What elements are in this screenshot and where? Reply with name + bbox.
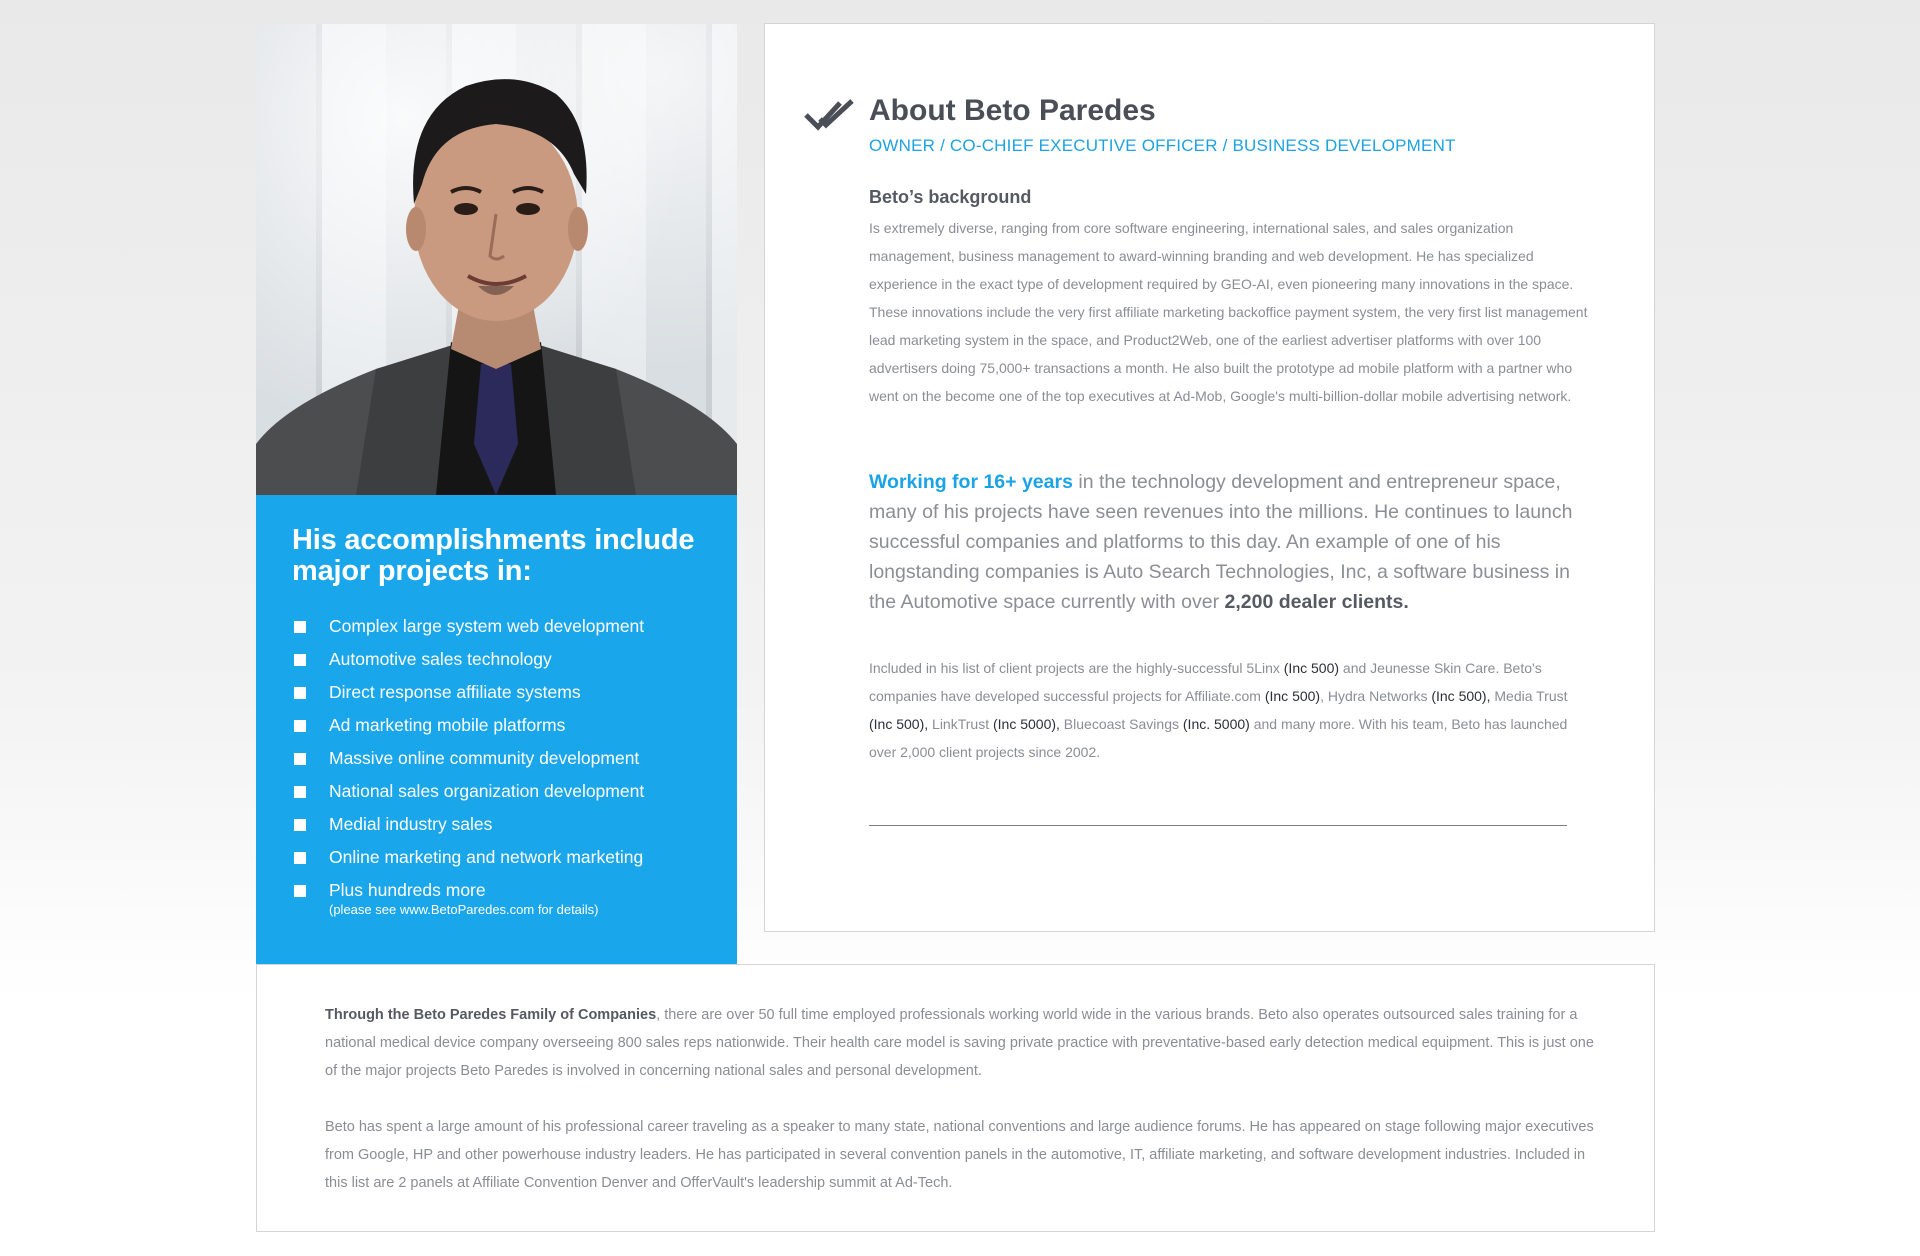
background-text: Is extremely diverse, ranging from core … <box>869 220 1588 404</box>
family-bold-lead: Through the Beto Paredes Family of Compa… <box>325 1007 657 1023</box>
family-of-companies-card: Through the Beto Paredes Family of Compa… <box>256 964 1655 1232</box>
portrait-figure <box>256 79 737 495</box>
square-bullet-icon <box>294 720 306 732</box>
square-bullet-icon <box>294 753 306 765</box>
list-item: National sales organization development <box>292 780 701 802</box>
family-paragraph: Through the Beto Paredes Family of Compa… <box>325 1007 1594 1079</box>
background-heading: Beto’s background <box>869 187 1032 207</box>
square-bullet-icon <box>294 654 306 666</box>
client-projects-paragraph: Included in his list of client projects … <box>869 660 1568 760</box>
details-note: (please see www.BetoParedes.com for deta… <box>329 902 599 917</box>
list-item: Direct response affiliate systems <box>292 681 701 703</box>
portrait-photo <box>256 24 737 495</box>
square-bullet-icon <box>294 621 306 633</box>
experience-paragraph: Working for 16+ years in the technology … <box>869 471 1573 613</box>
double-check-icon <box>804 99 854 131</box>
square-bullet-icon <box>294 687 306 699</box>
role-subtitle: OWNER / CO-CHIEF EXECUTIVE OFFICER / BUS… <box>869 136 1456 155</box>
divider <box>869 825 1567 826</box>
list-item: Massive online community development <box>292 747 701 769</box>
list-item: Ad marketing mobile platforms <box>292 714 701 736</box>
accomplishments-list: Complex large system web development Aut… <box>292 615 701 917</box>
page-title: About Beto Paredes <box>869 94 1156 127</box>
list-item: Medial industry sales <box>292 813 701 835</box>
experience-highlight: Working for 16+ years <box>869 471 1073 493</box>
list-item: Online marketing and network marketing <box>292 846 701 868</box>
list-item: Complex large system web development <box>292 615 701 637</box>
dealer-clients-emphasis: 2,200 dealer clients. <box>1224 591 1409 613</box>
list-item: Plus hundreds more (please see www.BetoPa… <box>292 879 701 917</box>
accomplishments-title: His accomplishments include major projec… <box>292 524 695 587</box>
square-bullet-icon <box>294 786 306 798</box>
list-item: Automotive sales technology <box>292 648 701 670</box>
square-bullet-icon <box>294 852 306 864</box>
about-card: About Beto Paredes OWNER / CO-CHIEF EXEC… <box>764 23 1655 932</box>
square-bullet-icon <box>294 819 306 831</box>
accomplishments-panel: His accomplishments include major projec… <box>256 495 737 964</box>
square-bullet-icon <box>294 885 306 897</box>
speaker-paragraph: Beto has spent a large amount of his pro… <box>325 1119 1594 1191</box>
